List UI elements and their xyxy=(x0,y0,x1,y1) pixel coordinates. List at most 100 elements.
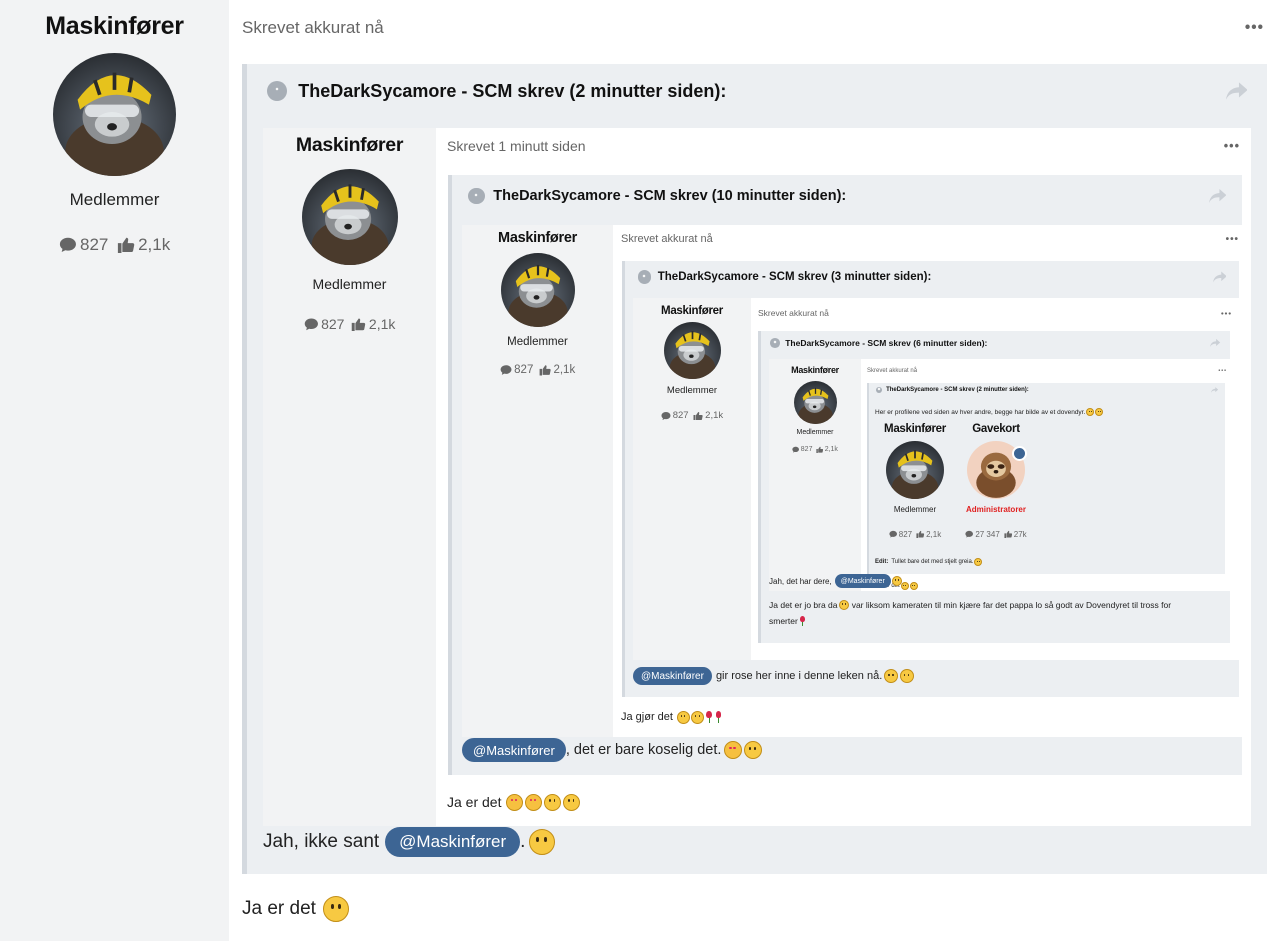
thumbs-up-icon xyxy=(117,237,135,254)
body-text: Ja det er jo bra da xyxy=(769,600,838,610)
quote-author-header: TheDarkSycamore - SCM skrev (2 minutter … xyxy=(886,387,1029,393)
mention-link[interactable]: @Maskinfører xyxy=(633,667,712,685)
quote-header: TheDarkSycamore - SCM skrev (2 minutter … xyxy=(247,64,1267,118)
mention-link[interactable]: @Maskinfører xyxy=(385,827,521,857)
quote-author-header: TheDarkSycamore - SCM skrev (6 minutter … xyxy=(785,338,988,348)
helmet-sloth-avatar[interactable] xyxy=(53,53,176,176)
profile-avatar-wrap xyxy=(886,441,944,499)
author-stats: 827 2,1k xyxy=(889,530,941,539)
author-name[interactable]: Maskinfører xyxy=(296,134,404,157)
edit-note: Edit: Tullet bare det med stjelt greia. xyxy=(875,557,983,567)
rose-emoji xyxy=(714,711,722,723)
helmet-sloth-avatar[interactable] xyxy=(500,253,575,327)
author-name[interactable]: Maskinfører xyxy=(791,365,839,375)
heart-eyes-emoji xyxy=(505,793,523,811)
helmet-sloth-avatar[interactable] xyxy=(663,322,721,379)
share-arrow-icon[interactable] xyxy=(1211,387,1219,393)
author-name[interactable]: Maskinfører xyxy=(45,12,184,41)
like-count: 2,1k xyxy=(824,446,838,454)
author-stats: 827 2,1k xyxy=(661,410,723,421)
author-panel: Maskinfører Medlemmer 827 2,1k xyxy=(0,0,229,941)
thumbs-up-icon xyxy=(693,411,703,420)
post-text: smerter xyxy=(769,615,806,627)
author-stats: 827 2,1k xyxy=(792,446,838,453)
smile-emoji xyxy=(562,793,580,811)
profile-avatar-wrap xyxy=(967,441,1027,499)
post-options-menu[interactable]: ••• xyxy=(1245,19,1264,37)
thumbs-up-icon xyxy=(539,365,551,376)
thumbs-up-icon xyxy=(916,531,925,539)
helmet-sloth-avatar[interactable] xyxy=(793,381,837,424)
smile-emoji xyxy=(528,829,555,855)
text-before-mention: Jah, ikke sant xyxy=(263,831,380,852)
post-meta: Skrevet akkurat nå ••• xyxy=(229,0,1277,56)
post-count: 27 347 xyxy=(975,530,1000,539)
text-after-mention: gir rose her inne i denne leken nå. xyxy=(715,670,883,682)
quote-author-header: TheDarkSycamore - SCM skrev (2 minutter … xyxy=(298,80,727,101)
author-panel: Maskinfører Medlemmer 827 2,1k xyxy=(633,298,751,660)
admin-badge-icon xyxy=(1012,446,1027,461)
collapse-toggle-icon[interactable] xyxy=(467,187,485,205)
smile-emoji xyxy=(691,710,705,724)
author-stats: 827 2,1k xyxy=(304,316,395,332)
helmet-sloth-avatar[interactable] xyxy=(301,169,398,265)
mention-link[interactable]: @Maskinfører xyxy=(834,574,891,588)
rose-emoji xyxy=(705,711,713,723)
author-stats: 27 347 27k xyxy=(965,530,1027,539)
share-arrow-icon[interactable] xyxy=(1225,82,1248,100)
reply-text: Ja gjør det xyxy=(621,711,673,723)
author-name[interactable]: Maskinfører xyxy=(498,230,577,246)
like-count: 2,1k xyxy=(138,235,171,254)
mention-link[interactable]: @Maskinfører xyxy=(462,738,566,762)
author-role: Medlemmer xyxy=(69,190,160,209)
rose-emoji xyxy=(799,616,806,626)
comment-icon xyxy=(500,365,512,375)
post-reply: Ja er det xyxy=(242,894,350,924)
quoted-post: Maskinfører Medlemmer 827 2,1k Skrevet akkur… xyxy=(633,298,1239,660)
post-count: 827 xyxy=(514,364,534,377)
profile-name[interactable]: Maskinfører xyxy=(884,423,946,435)
collapse-toggle-icon[interactable] xyxy=(875,386,883,394)
post-options-menu[interactable]: ••• xyxy=(1221,309,1232,318)
heart-eyes-emoji xyxy=(524,793,542,811)
smile-emoji xyxy=(974,558,983,566)
post-options-menu[interactable]: ••• xyxy=(1218,368,1227,374)
share-arrow-icon[interactable] xyxy=(1210,338,1221,348)
post-body: Skrevet 1 minutt siden ••• TheDarkSycamore… xyxy=(436,128,1251,826)
post-time: Skrevet 1 minutt siden xyxy=(447,138,586,154)
smile-emoji xyxy=(883,669,898,683)
body-text-continued: var liksom kameraten til min kjære far d… xyxy=(851,600,1172,610)
post-options-menu[interactable]: ••• xyxy=(1226,234,1239,245)
smile-emoji xyxy=(1086,408,1095,416)
collapse-toggle-icon[interactable] xyxy=(266,80,288,102)
quote-intro: Her er profilene ved siden av hver andre… xyxy=(875,407,1104,417)
helmet-sloth-avatar[interactable] xyxy=(886,441,944,499)
smile-emoji xyxy=(891,576,902,586)
post-time: Skrevet akkurat nå xyxy=(867,368,918,374)
post-meta: Skrevet akkurat nå ••• xyxy=(751,298,1239,328)
comment-icon xyxy=(965,531,974,538)
like-count: 27k xyxy=(1013,530,1027,539)
post-meta: Skrevet akkurat nå ••• xyxy=(861,359,1233,383)
author-name[interactable]: Maskinfører xyxy=(661,305,723,317)
post-count: 827 xyxy=(898,530,913,539)
post-count: 827 xyxy=(321,316,345,332)
post-options-menu[interactable]: ••• xyxy=(1224,139,1240,153)
collapse-toggle-icon[interactable] xyxy=(770,338,781,348)
profile-name[interactable]: Gavekort xyxy=(972,423,1020,435)
profile-role: Administratorer xyxy=(965,505,1026,514)
share-arrow-icon[interactable] xyxy=(1212,271,1227,283)
post-time: Skrevet akkurat nå xyxy=(242,18,384,37)
post-text: Jah, det har dere, @Maskinfører xyxy=(769,574,902,588)
quoted-post: Maskinfører Medlemmer 827 2,1k Skrevet akkur… xyxy=(462,225,1247,737)
text-after-mention: , det er bare koselig det. xyxy=(565,742,722,758)
collapse-toggle-icon[interactable] xyxy=(637,270,651,284)
quote-header: TheDarkSycamore - SCM skrev (10 minutter… xyxy=(452,175,1242,217)
reply-text: Jah, det har dere, xyxy=(769,576,832,586)
post-text: @Maskinfører gir rose her inne i denne le… xyxy=(633,666,914,686)
comment-icon xyxy=(304,318,318,330)
smile-emoji xyxy=(899,669,914,683)
post-text: Ja det er jo bra da var liksom kameraten … xyxy=(769,599,1171,611)
share-arrow-icon[interactable] xyxy=(1208,189,1227,204)
quote-header: TheDarkSycamore - SCM skrev (3 minutter … xyxy=(625,261,1239,293)
